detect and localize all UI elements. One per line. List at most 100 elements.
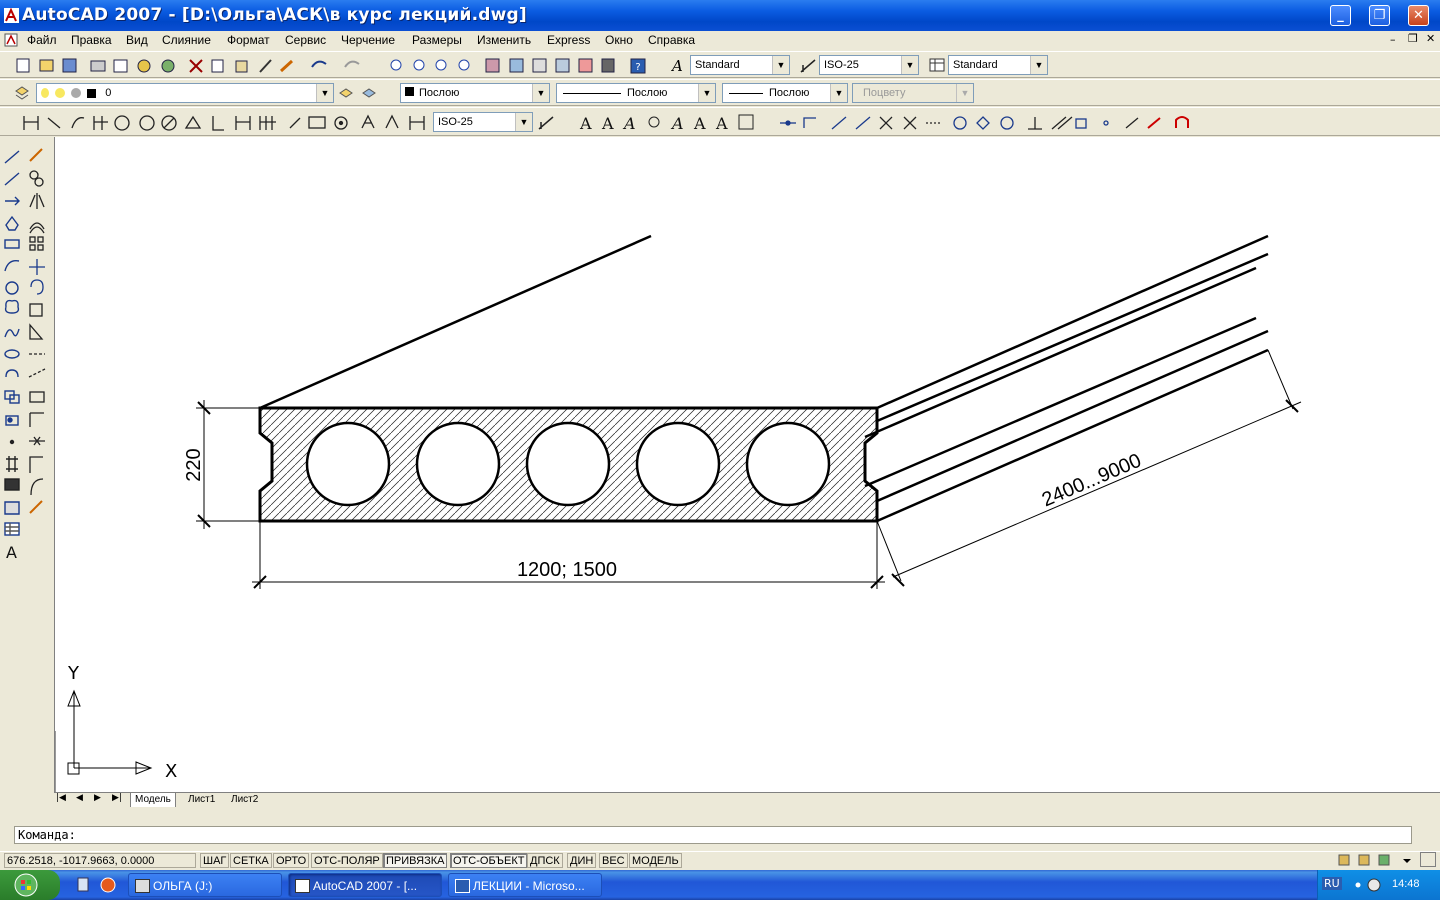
- ucs-x-label: X: [165, 761, 177, 782]
- polar-toggle[interactable]: ОТС-ПОЛЯР: [311, 853, 383, 868]
- menu-window[interactable]: Окно: [605, 33, 633, 47]
- dimension-tools-icons[interactable]: [10, 108, 430, 137]
- task-label: ЛЕКЦИИ - Microso...: [473, 879, 585, 893]
- dim-style-manager-icon[interactable]: [538, 114, 554, 130]
- menu-format[interactable]: Формат: [227, 33, 270, 47]
- menu-view[interactable]: Вид: [126, 33, 148, 47]
- layer-previous-icon[interactable]: [361, 85, 377, 101]
- drawing-canvas[interactable]: 220 1200; 1500 2400...9000 Y X: [54, 137, 1440, 792]
- system-tray: RU 14:48: [1317, 870, 1440, 900]
- tab-last-button[interactable]: ▶|: [112, 793, 122, 803]
- tab-layout1[interactable]: Лист1: [184, 793, 219, 807]
- autocad-app-icon[interactable]: [4, 8, 19, 23]
- command-line[interactable]: Команда:: [14, 826, 1412, 844]
- tab-first-button[interactable]: |◀: [56, 793, 66, 803]
- snap-toggle[interactable]: ШАГ: [200, 853, 230, 868]
- dimension-toolbar: ISO-25 ▼ AAA AAA: [0, 107, 1440, 136]
- task-word-lectures[interactable]: ЛЕКЦИИ - Microso...: [448, 873, 602, 897]
- color-select[interactable]: Послою ▼: [400, 83, 550, 103]
- void-circle: [305, 421, 391, 507]
- object-snap-icons[interactable]: [776, 108, 1196, 137]
- layers-toolbar: 0 ▼ Послою ▼ Послою ▼ Послою ▼ Поцвету ▼: [0, 79, 1440, 106]
- menu-merge[interactable]: Слияние: [162, 33, 211, 47]
- minimize-button[interactable]: _: [1330, 5, 1351, 26]
- width-dimension-text: 1200; 1500: [517, 559, 617, 581]
- document-icon[interactable]: [4, 33, 18, 47]
- drive-icon: [135, 879, 150, 893]
- task-autocad[interactable]: AutoCAD 2007 - [...: [288, 873, 442, 897]
- table-style-select[interactable]: Standard ▼: [948, 55, 1048, 75]
- dim-style-icon[interactable]: [800, 57, 816, 73]
- linetype-select[interactable]: Послою ▼: [556, 83, 716, 103]
- dyn-toggle[interactable]: ДИН: [567, 853, 597, 868]
- grid-toggle[interactable]: СЕТКА: [230, 853, 272, 868]
- menu-file[interactable]: Файл: [27, 33, 57, 47]
- text-style-icon[interactable]: A: [671, 57, 687, 73]
- start-button[interactable]: [0, 870, 60, 900]
- tab-layout2[interactable]: Лист2: [227, 793, 262, 807]
- dim-style-select[interactable]: ISO-25 ▼: [819, 55, 919, 75]
- make-current-layer-icon[interactable]: [338, 85, 354, 101]
- doc-minimize-button[interactable]: –: [1390, 33, 1396, 46]
- coordinates-readout[interactable]: 676.2518, -1017.9663, 0.0000: [4, 853, 196, 868]
- lineweight-select[interactable]: Послою ▼: [722, 83, 848, 103]
- command-prompt: Команда:: [18, 828, 76, 842]
- close-button[interactable]: ✕: [1408, 5, 1429, 26]
- layer-manager-icon[interactable]: [14, 85, 30, 101]
- svg-text:A: A: [715, 114, 728, 133]
- ucs-y-label: Y: [67, 663, 80, 684]
- menu-help[interactable]: Справка: [648, 33, 695, 47]
- table-style-icon[interactable]: [929, 57, 945, 73]
- windows-logo-icon: [14, 873, 38, 897]
- osnap-toggle[interactable]: ПРИВЯЗКА: [383, 853, 448, 868]
- drawing-svg[interactable]: 220 1200; 1500 2400...9000 Y X: [55, 137, 1440, 792]
- window-title: AutoCAD 2007 - [D:\Ольга\АСК\в курс лекц…: [22, 5, 527, 25]
- menu-express[interactable]: Express: [547, 33, 590, 47]
- task-label: ОЛЬГА (J:): [153, 879, 213, 893]
- menu-tools[interactable]: Сервис: [285, 33, 326, 47]
- menu-draw[interactable]: Черчение: [341, 33, 395, 47]
- height-dimension-text: 220: [183, 448, 205, 481]
- ducs-toggle[interactable]: ДПСК: [527, 853, 563, 868]
- task-olga-drive[interactable]: ОЛЬГА (J:): [128, 873, 282, 897]
- tab-model[interactable]: Модель: [130, 793, 176, 807]
- void-circle: [635, 421, 721, 507]
- lwt-toggle[interactable]: ВЕС: [599, 853, 628, 868]
- clean-screen-button[interactable]: [1420, 852, 1436, 867]
- doc-close-button[interactable]: ✕: [1426, 32, 1435, 45]
- height-dimension: [196, 400, 260, 529]
- menu-modify[interactable]: Изменить: [477, 33, 531, 47]
- text-style-select[interactable]: Standard ▼: [690, 55, 790, 75]
- tab-next-button[interactable]: ▶: [94, 793, 101, 803]
- menu-edit[interactable]: Правка: [71, 33, 112, 47]
- standard-toolbar-icons[interactable]: ?: [0, 52, 670, 79]
- svg-text:A: A: [693, 114, 706, 133]
- menu-dimension[interactable]: Размеры: [412, 33, 462, 47]
- tab-prev-button[interactable]: ◀: [76, 793, 83, 803]
- layer-select[interactable]: 0 ▼: [36, 83, 334, 103]
- menu-bar: Файл Правка Вид Слияние Формат Сервис Че…: [0, 31, 1440, 50]
- void-circle: [415, 421, 501, 507]
- tray-icons[interactable]: [1354, 877, 1384, 893]
- autocad-task-icon: [295, 879, 310, 893]
- draw-modify-tool-icons[interactable]: A: [0, 137, 52, 573]
- status-tray-icons[interactable]: [1337, 852, 1417, 869]
- dim-style-select-2[interactable]: ISO-25 ▼: [433, 112, 533, 132]
- word-icon: [455, 879, 470, 893]
- otrack-toggle[interactable]: ОТС-ОБЪЕКТ: [450, 853, 528, 868]
- length-dimension: [876, 349, 1302, 587]
- clock[interactable]: 14:48: [1392, 878, 1420, 890]
- text-tools-icons[interactable]: AAA AAA: [576, 108, 766, 137]
- doc-restore-button[interactable]: ❐: [1408, 32, 1418, 45]
- svg-text:A: A: [622, 114, 636, 133]
- svg-text:?: ?: [635, 62, 640, 73]
- svg-text:A: A: [579, 114, 592, 133]
- maximize-button[interactable]: ❐: [1369, 5, 1390, 26]
- standard-toolbar: ? A Standard ▼ ISO-25 ▼ Standard ▼: [0, 51, 1440, 78]
- quick-launch-icons[interactable]: [74, 876, 120, 894]
- plot-style-select: Поцвету ▼: [852, 83, 974, 103]
- model-toggle[interactable]: МОДЕЛЬ: [629, 853, 682, 868]
- ortho-toggle[interactable]: ОРТО: [273, 853, 310, 868]
- language-indicator[interactable]: RU: [1322, 877, 1342, 890]
- layout-tabs-bar: |◀ ◀ ▶ ▶| Модель Лист1 Лист2: [54, 792, 1440, 808]
